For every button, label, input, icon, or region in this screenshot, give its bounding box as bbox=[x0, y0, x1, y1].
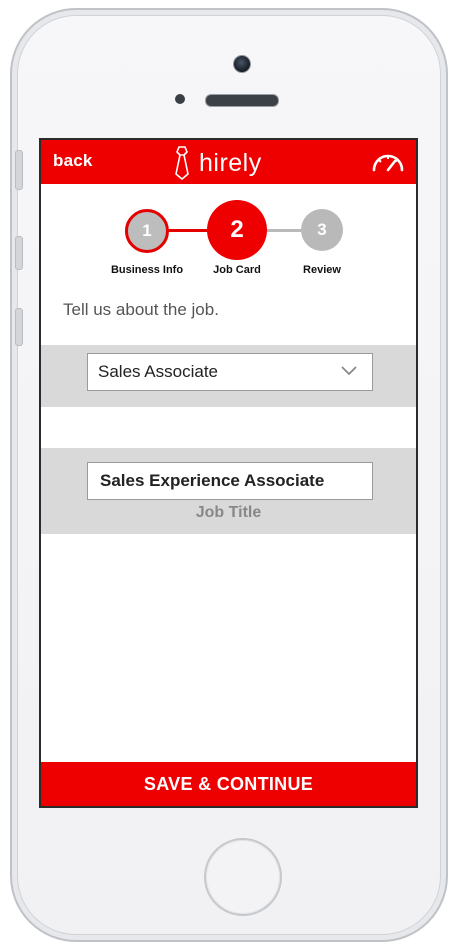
step-3-label: Review bbox=[303, 264, 341, 276]
volume-down-button bbox=[15, 308, 23, 346]
job-title-caption: Job Title bbox=[195, 504, 262, 521]
step-2-label: Job Card bbox=[213, 264, 261, 276]
chevron-down-icon bbox=[341, 366, 357, 376]
step-1-label: Business Info bbox=[110, 264, 184, 276]
step-3-circle[interactable]: 3 bbox=[301, 209, 343, 251]
speedometer-icon[interactable] bbox=[370, 150, 406, 174]
progress-connector-1 bbox=[168, 229, 208, 232]
job-category-select[interactable]: Sales Associate bbox=[87, 353, 373, 391]
progress-connector-2 bbox=[266, 229, 302, 232]
brand-logo: hirely bbox=[173, 146, 262, 180]
necktie-icon bbox=[175, 146, 189, 180]
step-2-circle[interactable]: 2 bbox=[207, 200, 267, 260]
logo-text: hirely bbox=[199, 148, 262, 177]
job-category-value: Sales Associate bbox=[98, 362, 219, 381]
step-1-circle[interactable]: 1 bbox=[125, 209, 169, 253]
save-continue-button[interactable]: SAVE & CONTINUE bbox=[41, 762, 416, 806]
proximity-sensor bbox=[175, 94, 185, 104]
volume-up-button bbox=[15, 236, 23, 270]
job-title-input[interactable] bbox=[87, 462, 373, 500]
mute-switch bbox=[15, 150, 23, 190]
back-button[interactable]: back bbox=[53, 151, 93, 171]
app-header: back hirely bbox=[41, 140, 416, 184]
form-prompt: Tell us about the job. bbox=[63, 300, 219, 319]
app-screen: back hirely 1 2 3 Business Info Job Card… bbox=[39, 138, 418, 808]
earpiece-speaker bbox=[205, 94, 279, 107]
home-button[interactable] bbox=[204, 838, 282, 916]
front-camera bbox=[233, 55, 251, 73]
